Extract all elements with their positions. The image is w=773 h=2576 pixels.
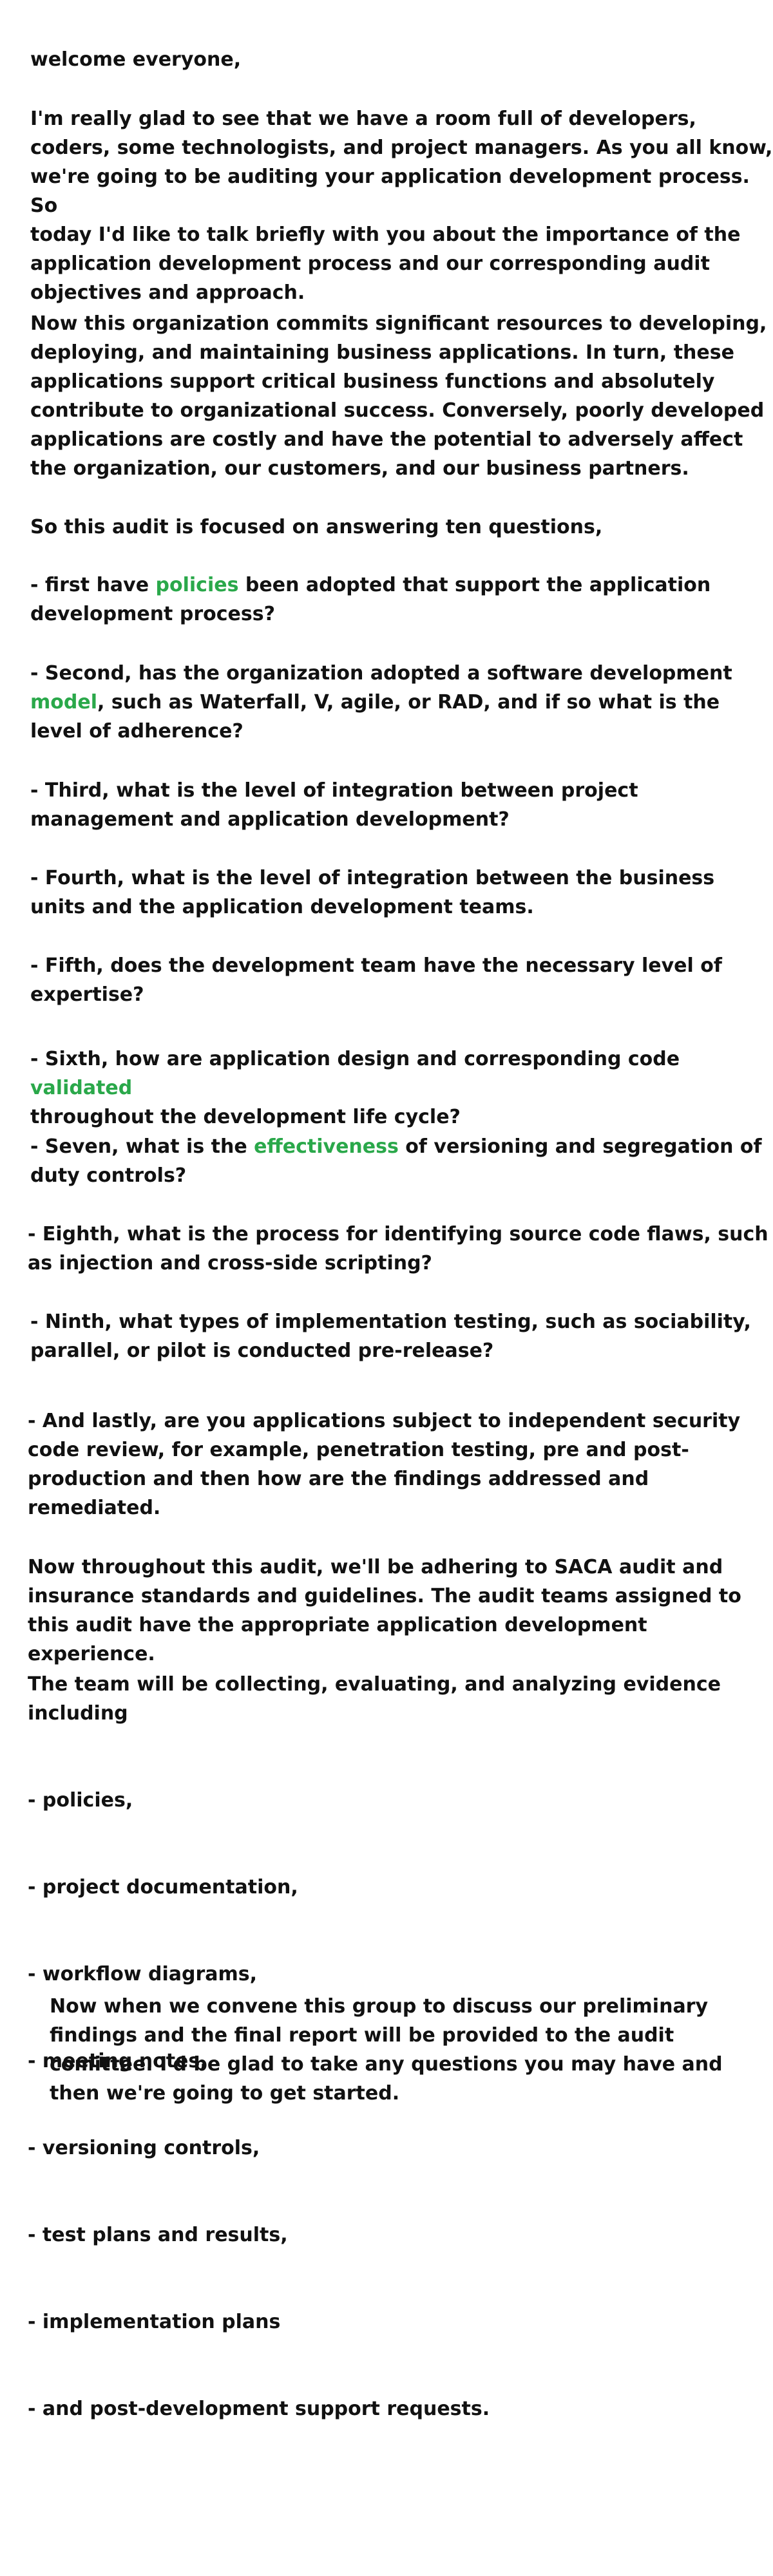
question-2-text-end: , such as Waterfall, V, agile, or RAD, a… bbox=[30, 691, 720, 743]
speech-document: welcome everyone, I'm really glad to see… bbox=[0, 0, 773, 2576]
keyword-effectiveness: effectiveness bbox=[254, 1135, 399, 1158]
question-7: - Seven, what is the effectiveness of ve… bbox=[30, 1132, 762, 1190]
question-1: - first have policies been adopted that … bbox=[30, 571, 711, 629]
question-6-text: - Sixth, how are application design and … bbox=[30, 1048, 687, 1070]
question-4: - Fourth, what is the level of integrati… bbox=[30, 867, 715, 918]
question-6-text-end: throughout the development life cycle? bbox=[30, 1106, 461, 1128]
evidence-item: - project documentation, bbox=[28, 1876, 298, 1899]
evidence-item: - test plans and results, bbox=[28, 2224, 288, 2246]
evidence-item: - implementation plans bbox=[28, 2311, 281, 2333]
question-2-text: - Second, has the organization adopted a… bbox=[30, 662, 732, 685]
question-6: - Sixth, how are application design and … bbox=[30, 1045, 773, 1132]
question-1-text: - first have bbox=[30, 574, 156, 596]
question-5: - Fifth, does the development team have … bbox=[30, 954, 722, 1006]
context-paragraph: Now this organization commits significan… bbox=[30, 312, 767, 480]
greeting: welcome everyone, bbox=[30, 48, 242, 71]
evidence-item: - policies, bbox=[28, 1789, 133, 1812]
standards-paragraph: Now throughout this audit, we'll be adhe… bbox=[28, 1556, 741, 1665]
question-8: - Eighth, what is the process for identi… bbox=[28, 1223, 768, 1274]
evidence-item: - workflow diagrams, bbox=[28, 1963, 258, 1985]
keyword-model: model bbox=[30, 691, 97, 714]
evidence-item: - versioning controls, bbox=[28, 2137, 260, 2159]
keyword-policies: policies bbox=[155, 574, 239, 596]
evidence-intro: The team will be collecting, evaluating,… bbox=[28, 1673, 721, 1725]
intro-paragraph: I'm really glad to see that we have a ro… bbox=[30, 108, 773, 304]
questions-intro: So this audit is focused on answering te… bbox=[30, 516, 603, 538]
question-7-text: - Seven, what is the bbox=[30, 1135, 254, 1158]
question-2: - Second, has the organization adopted a… bbox=[30, 659, 732, 746]
keyword-validated: validated bbox=[30, 1077, 133, 1099]
question-9: - Ninth, what types of implementation te… bbox=[30, 1311, 751, 1362]
question-10: - And lastly, are you applications subje… bbox=[28, 1410, 741, 1519]
question-3: - Third, what is the level of integratio… bbox=[30, 779, 638, 831]
evidence-item: - and post-development support requests. bbox=[28, 2398, 490, 2420]
closing-paragraph: Now when we convene this group to discus… bbox=[50, 1995, 723, 2105]
